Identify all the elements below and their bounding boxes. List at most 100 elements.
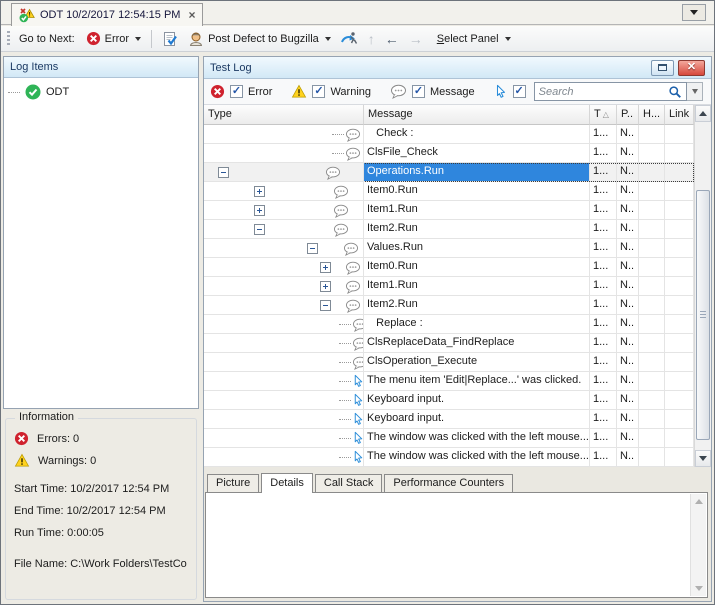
column-header-message[interactable]: Message: [364, 105, 590, 125]
log-row[interactable]: ClsFile_Check 1... N..: [204, 144, 694, 163]
log-row-type-cell[interactable]: [204, 296, 364, 315]
log-row-priority-cell[interactable]: N..: [617, 353, 639, 372]
log-row-message-cell[interactable]: Replace :: [364, 315, 590, 334]
log-row-time-cell[interactable]: 1...: [590, 239, 617, 258]
error-checkbox[interactable]: ✓: [230, 85, 243, 98]
post-defect-button[interactable]: Post Defect to Bugzilla: [183, 29, 336, 49]
log-row-time-cell[interactable]: 1...: [590, 448, 617, 467]
log-row-link-cell[interactable]: [665, 239, 694, 258]
log-row-priority-cell[interactable]: N..: [617, 296, 639, 315]
log-row-priority-cell[interactable]: N..: [617, 448, 639, 467]
log-row-type-cell[interactable]: [204, 448, 364, 467]
log-row-message-cell[interactable]: Check :: [364, 125, 590, 144]
log-row-haspicture-cell[interactable]: [639, 277, 665, 296]
log-row-priority-cell[interactable]: N..: [617, 258, 639, 277]
tab-details[interactable]: Details: [261, 473, 313, 493]
log-row-time-cell[interactable]: 1...: [590, 429, 617, 448]
select-panel-button[interactable]: Select Panel: [432, 31, 516, 47]
log-row-type-cell[interactable]: [204, 239, 364, 258]
expander-icon[interactable]: [320, 281, 331, 292]
search-options-dropdown[interactable]: [687, 82, 703, 101]
log-row-type-cell[interactable]: [204, 201, 364, 220]
log-row-type-cell[interactable]: [204, 429, 364, 448]
log-row-haspicture-cell[interactable]: [639, 296, 665, 315]
log-row[interactable]: Keyboard input. 1... N..: [204, 410, 694, 429]
log-row-time-cell[interactable]: 1...: [590, 296, 617, 315]
event-checkbox[interactable]: ✓: [513, 85, 526, 98]
log-row-time-cell[interactable]: 1...: [590, 391, 617, 410]
log-row-type-cell[interactable]: [204, 220, 364, 239]
log-row-link-cell[interactable]: [665, 372, 694, 391]
run-state-button[interactable]: [336, 29, 363, 49]
column-header-type[interactable]: Type: [204, 105, 364, 125]
log-row[interactable]: ClsReplaceData_FindReplace 1... N..: [204, 334, 694, 353]
log-row[interactable]: Item2.Run 1... N..: [204, 220, 694, 239]
log-row-message-cell[interactable]: Item0.Run: [364, 258, 590, 277]
log-row-haspicture-cell[interactable]: [639, 144, 665, 163]
expander-icon[interactable]: [307, 243, 318, 254]
log-row-priority-cell[interactable]: N..: [617, 220, 639, 239]
log-row-type-cell[interactable]: [204, 163, 364, 182]
log-row[interactable]: Check : 1... N..: [204, 125, 694, 144]
log-row-message-cell[interactable]: Item0.Run: [364, 182, 590, 201]
log-row-priority-cell[interactable]: N..: [617, 315, 639, 334]
log-row-haspicture-cell[interactable]: [639, 125, 665, 144]
log-row-time-cell[interactable]: 1...: [590, 125, 617, 144]
select-defects-button[interactable]: [157, 29, 183, 49]
log-row-time-cell[interactable]: 1...: [590, 163, 617, 182]
goto-next-error-button[interactable]: Error: [81, 29, 146, 48]
log-row-time-cell[interactable]: 1...: [590, 410, 617, 429]
restore-button[interactable]: [651, 60, 674, 76]
tab-picture[interactable]: Picture: [207, 474, 259, 492]
log-row-haspicture-cell[interactable]: [639, 372, 665, 391]
log-document-tab[interactable]: ODT 10/2/2017 12:54:15 PM ×: [11, 3, 203, 26]
log-row-haspicture-cell[interactable]: [639, 201, 665, 220]
log-row-link-cell[interactable]: [665, 334, 694, 353]
log-row-link-cell[interactable]: [665, 429, 694, 448]
log-row-priority-cell[interactable]: N..: [617, 410, 639, 429]
message-checkbox[interactable]: ✓: [412, 85, 425, 98]
log-row-link-cell[interactable]: [665, 448, 694, 467]
log-row-haspicture-cell[interactable]: [639, 410, 665, 429]
tab-list-dropdown-button[interactable]: [682, 4, 706, 21]
log-row-type-cell[interactable]: [204, 277, 364, 296]
expander-icon[interactable]: [254, 186, 265, 197]
log-row-message-cell[interactable]: The window was clicked with the left mou…: [364, 429, 590, 448]
tab-performance-counters[interactable]: Performance Counters: [384, 474, 513, 492]
log-row-message-cell[interactable]: The window was clicked with the left mou…: [364, 448, 590, 467]
log-row[interactable]: Item0.Run 1... N..: [204, 182, 694, 201]
log-row-link-cell[interactable]: [665, 182, 694, 201]
tab-call-stack[interactable]: Call Stack: [315, 474, 383, 492]
log-row-time-cell[interactable]: 1...: [590, 201, 617, 220]
log-row-priority-cell[interactable]: N..: [617, 334, 639, 353]
log-row-type-cell[interactable]: [204, 182, 364, 201]
search-input[interactable]: Search: [534, 82, 687, 101]
log-row-message-cell[interactable]: Keyboard input.: [364, 410, 590, 429]
log-row-link-cell[interactable]: [665, 125, 694, 144]
log-row-priority-cell[interactable]: N..: [617, 201, 639, 220]
log-row[interactable]: The menu item 'Edit|Replace...' was clic…: [204, 372, 694, 391]
log-row-message-cell[interactable]: ClsOperation_Execute: [364, 353, 590, 372]
column-header-link[interactable]: Link: [665, 105, 694, 125]
column-header-has-picture[interactable]: H...: [639, 105, 665, 125]
log-row-type-cell[interactable]: [204, 353, 364, 372]
log-row-priority-cell[interactable]: N..: [617, 429, 639, 448]
log-row-haspicture-cell[interactable]: [639, 429, 665, 448]
warning-checkbox[interactable]: ✓: [312, 85, 325, 98]
close-button[interactable]: ✕: [678, 60, 705, 76]
log-row[interactable]: The window was clicked with the left mou…: [204, 429, 694, 448]
log-row-time-cell[interactable]: 1...: [590, 258, 617, 277]
log-row-link-cell[interactable]: [665, 277, 694, 296]
up-one-level-button[interactable]: ↑: [363, 30, 380, 48]
log-row[interactable]: ClsOperation_Execute 1... N..: [204, 353, 694, 372]
details-content[interactable]: [205, 492, 708, 598]
scroll-up-button[interactable]: [695, 105, 711, 122]
log-row-time-cell[interactable]: 1...: [590, 353, 617, 372]
toolbar-grip[interactable]: [7, 31, 10, 46]
log-row[interactable]: Values.Run 1... N..: [204, 239, 694, 258]
log-row-type-cell[interactable]: [204, 372, 364, 391]
expander-icon[interactable]: [254, 224, 265, 235]
log-row-haspicture-cell[interactable]: [639, 163, 665, 182]
log-row[interactable]: Item1.Run 1... N..: [204, 277, 694, 296]
log-row-link-cell[interactable]: [665, 353, 694, 372]
